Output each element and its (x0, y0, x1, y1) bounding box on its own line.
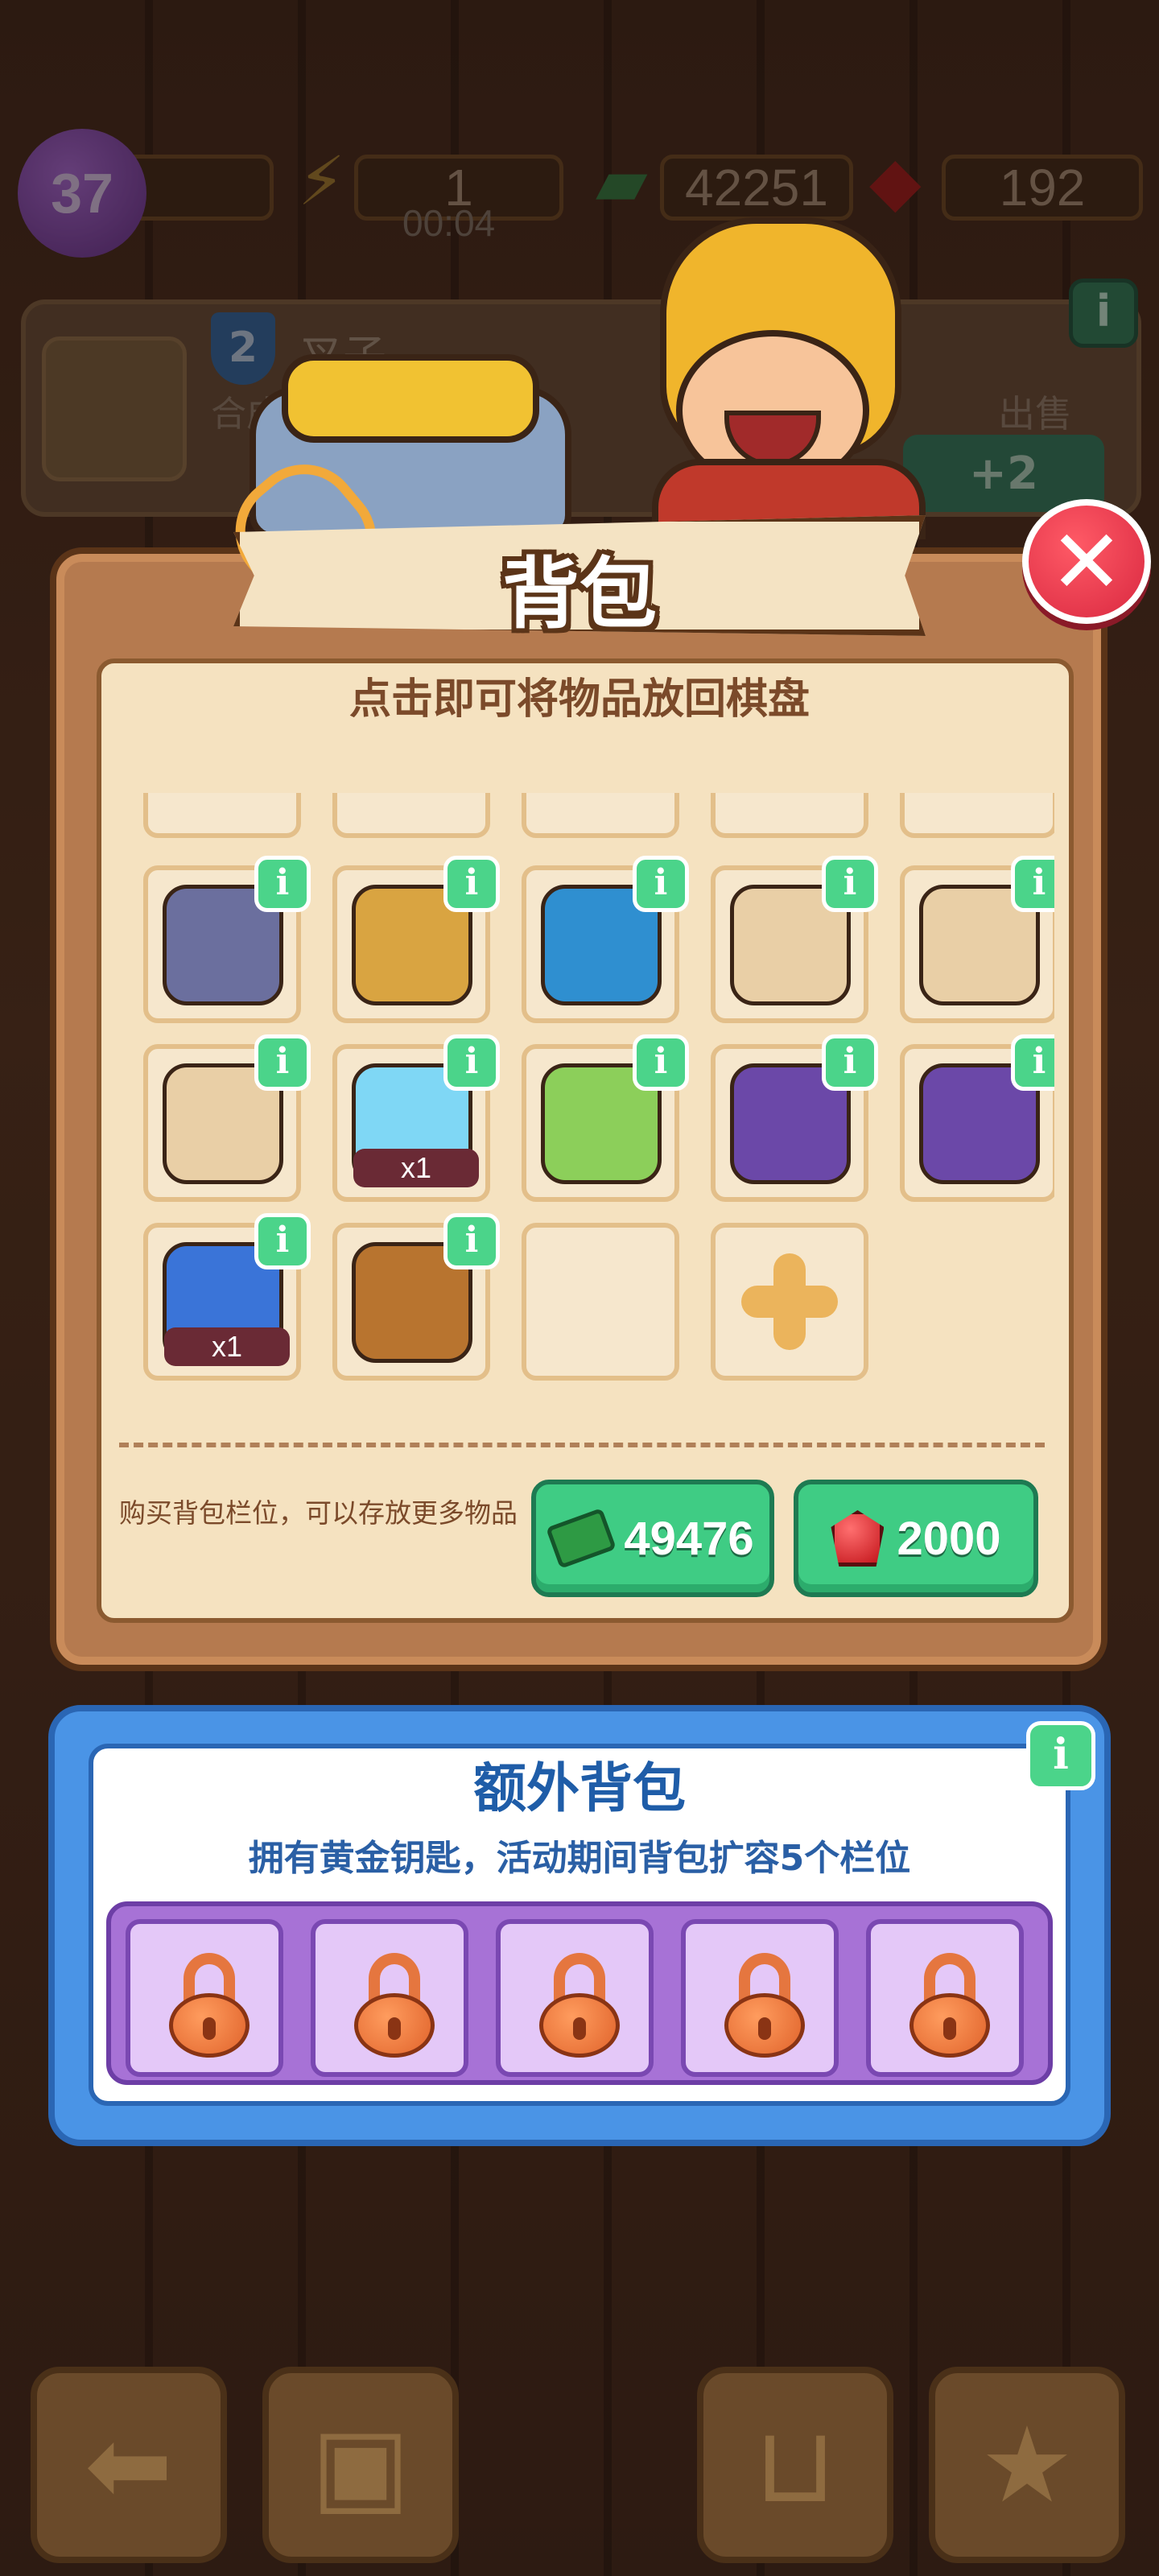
bag-lid (282, 354, 539, 443)
backpack-slot[interactable]: i (332, 856, 500, 1023)
divider (119, 1443, 1045, 1447)
padlock-icon (909, 1953, 990, 2058)
lumberjack-character (563, 217, 934, 539)
item-info-button[interactable]: i (443, 1034, 500, 1091)
item-info-button[interactable]: i (1011, 1034, 1054, 1091)
backpack-slot[interactable]: i (711, 1034, 878, 1202)
panel-title: 背包 (502, 549, 657, 639)
backpack-slot[interactable]: i (143, 1034, 311, 1202)
item-info-button[interactable]: i (822, 856, 878, 912)
backpack-slot[interactable]: i (522, 1034, 689, 1202)
item-info-button[interactable]: i (633, 856, 689, 912)
padlock-icon (724, 1953, 805, 2058)
item-quantity: x1 (164, 1327, 290, 1366)
clipboard-icon: ★ (980, 2404, 1074, 2526)
padlock-icon (354, 1953, 435, 2058)
arrow-left-icon: ⬅ (85, 2404, 173, 2526)
extra-backpack-subtitle: 拥有黄金钥匙，活动期间背包扩容5个栏位 (248, 1838, 911, 1879)
grid-cell-partial[interactable] (522, 793, 679, 838)
backpack-slot[interactable]: i x1 (143, 1213, 311, 1381)
item-info-button[interactable]: i (254, 856, 311, 912)
close-icon: ✕ (1049, 510, 1124, 613)
backpack-slot[interactable]: i x1 (332, 1034, 500, 1202)
bottom-toolbar: ⬅ ▣ ⊔ ★ (0, 2367, 1159, 2576)
hint-text: 点击即可将物品放回棋盘 (349, 675, 810, 724)
gem-price: 2000 (897, 1512, 1001, 1565)
buy-with-cash-button[interactable]: 49476 (531, 1480, 774, 1597)
locked-slot[interactable] (866, 1919, 1024, 2077)
padlock-icon (169, 1953, 250, 2058)
item-info-button[interactable]: i (1011, 856, 1054, 912)
locked-slot[interactable] (126, 1919, 283, 2077)
back-button[interactable]: ⬅ (31, 2367, 227, 2563)
item-quantity: x1 (353, 1149, 479, 1187)
title-banner: 背包 (233, 515, 926, 639)
locked-slot[interactable] (311, 1919, 468, 2077)
buy-slot-text: 购买背包栏位，可以存放更多物品 (119, 1497, 518, 1529)
backpack-grid: i i i i i i i x1 i i i i x1 i (137, 793, 1054, 1393)
close-button[interactable]: ✕ (1022, 499, 1151, 624)
padlock-icon (539, 1953, 620, 2058)
grid-cell-partial[interactable] (900, 793, 1054, 838)
extra-backpack-title: 额外背包 (473, 1757, 686, 1819)
grid-cell-partial[interactable] (332, 793, 490, 838)
item-info-button[interactable]: i (633, 1034, 689, 1091)
buy-with-gems-button[interactable]: 2000 (794, 1480, 1038, 1597)
backpack-icon: ▣ (311, 2404, 410, 2526)
add-slot-button[interactable] (711, 1223, 868, 1381)
extra-info-button[interactable]: i (1026, 1721, 1095, 1790)
backpack-slot[interactable]: i (900, 1034, 1054, 1202)
item-info-button[interactable]: i (254, 1034, 311, 1091)
cash-price: 49476 (624, 1512, 754, 1565)
tasks-button[interactable]: ★ (929, 2367, 1125, 2563)
locked-slots-row (106, 1901, 1053, 2085)
shop-button[interactable]: ⊔ (697, 2367, 893, 2563)
empty-slot[interactable] (522, 1223, 679, 1381)
ruby-icon (831, 1510, 885, 1567)
cash-icon (546, 1507, 617, 1570)
item-info-button[interactable]: i (254, 1213, 311, 1269)
plus-icon (741, 1253, 838, 1350)
locked-slot[interactable] (681, 1919, 839, 2077)
backpack-slot[interactable]: i (900, 856, 1054, 1023)
backpack-slot[interactable]: i (711, 856, 878, 1023)
backpack-slot[interactable]: i (143, 856, 311, 1023)
info-icon: i (1053, 1730, 1069, 1779)
locked-slot[interactable] (496, 1919, 654, 2077)
item-info-button[interactable]: i (822, 1034, 878, 1091)
item-info-button[interactable]: i (443, 1213, 500, 1269)
basket-icon: ⊔ (754, 2404, 836, 2526)
grid-cell-partial[interactable] (143, 793, 301, 838)
item-info-button[interactable]: i (443, 856, 500, 912)
backpack-slot[interactable]: i (522, 856, 689, 1023)
grid-cell-partial[interactable] (711, 793, 868, 838)
backpack-slot[interactable]: i (332, 1213, 500, 1381)
backpack-button[interactable]: ▣ (262, 2367, 459, 2563)
